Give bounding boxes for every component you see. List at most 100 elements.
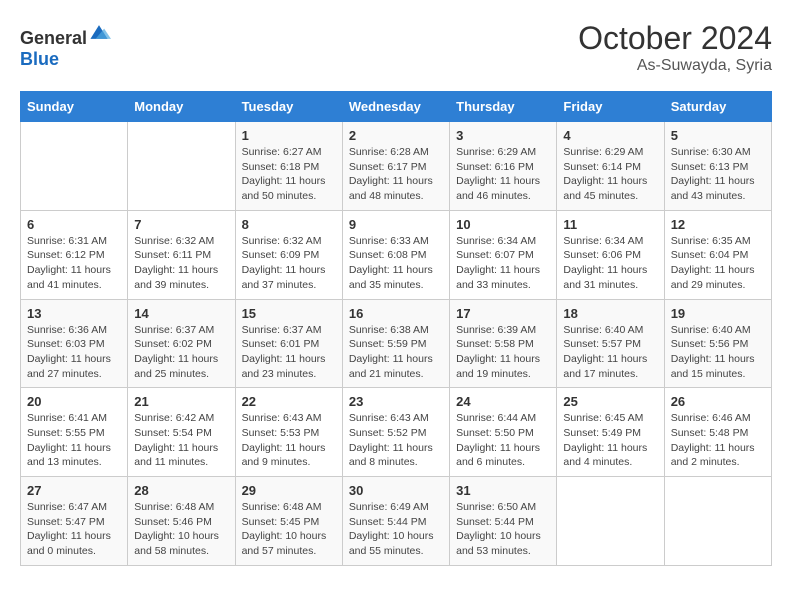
- day-info: Sunrise: 6:34 AM Sunset: 6:07 PM Dayligh…: [456, 234, 550, 293]
- day-info: Sunrise: 6:38 AM Sunset: 5:59 PM Dayligh…: [349, 323, 443, 382]
- day-info: Sunrise: 6:30 AM Sunset: 6:13 PM Dayligh…: [671, 145, 765, 204]
- calendar-cell: 17 Sunrise: 6:39 AM Sunset: 5:58 PM Dayli…: [450, 299, 557, 388]
- day-number: 1: [242, 128, 336, 143]
- day-number: 15: [242, 306, 336, 321]
- day-info: Sunrise: 6:34 AM Sunset: 6:06 PM Dayligh…: [563, 234, 657, 293]
- calendar-cell: 11 Sunrise: 6:34 AM Sunset: 6:06 PM Dayli…: [557, 210, 664, 299]
- calendar-cell: [128, 122, 235, 211]
- day-number: 4: [563, 128, 657, 143]
- day-number: 19: [671, 306, 765, 321]
- calendar-cell: 24 Sunrise: 6:44 AM Sunset: 5:50 PM Dayli…: [450, 388, 557, 477]
- day-number: 26: [671, 394, 765, 409]
- day-info: Sunrise: 6:40 AM Sunset: 5:57 PM Dayligh…: [563, 323, 657, 382]
- day-info: Sunrise: 6:39 AM Sunset: 5:58 PM Dayligh…: [456, 323, 550, 382]
- day-info: Sunrise: 6:40 AM Sunset: 5:56 PM Dayligh…: [671, 323, 765, 382]
- day-number: 8: [242, 217, 336, 232]
- calendar-cell: 28Sunrise: 6:48 AM Sunset: 5:46 PM Dayli…: [128, 477, 235, 566]
- day-header-thursday: Thursday: [450, 92, 557, 122]
- calendar-cell: 16 Sunrise: 6:38 AM Sunset: 5:59 PM Dayli…: [342, 299, 449, 388]
- calendar-cell: 30 Sunrise: 6:49 AM Sunset: 5:44 PM Dayli…: [342, 477, 449, 566]
- calendar-cell: 21 Sunrise: 6:42 AM Sunset: 5:54 PM Dayli…: [128, 388, 235, 477]
- day-number: 16: [349, 306, 443, 321]
- day-number: 11: [563, 217, 657, 232]
- day-number: 23: [349, 394, 443, 409]
- day-number: 30: [349, 483, 443, 498]
- day-header-saturday: Saturday: [664, 92, 771, 122]
- day-info: Sunrise: 6:41 AM Sunset: 5:55 PM Dayligh…: [27, 411, 121, 470]
- day-header-friday: Friday: [557, 92, 664, 122]
- day-number: 13: [27, 306, 121, 321]
- day-number: 22: [242, 394, 336, 409]
- calendar-cell: 20 Sunrise: 6:41 AM Sunset: 5:55 PM Dayli…: [21, 388, 128, 477]
- calendar-cell: 23Sunrise: 6:43 AM Sunset: 5:52 PM Dayli…: [342, 388, 449, 477]
- calendar-cell: 26Sunrise: 6:46 AM Sunset: 5:48 PM Dayli…: [664, 388, 771, 477]
- day-info: Sunrise: 6:45 AM Sunset: 5:49 PM Dayligh…: [563, 411, 657, 470]
- day-number: 21: [134, 394, 228, 409]
- calendar-cell: [21, 122, 128, 211]
- calendar-cell: 9 Sunrise: 6:33 AM Sunset: 6:08 PM Daylig…: [342, 210, 449, 299]
- day-info: Sunrise: 6:36 AM Sunset: 6:03 PM Dayligh…: [27, 323, 121, 382]
- day-info: Sunrise: 6:44 AM Sunset: 5:50 PM Dayligh…: [456, 411, 550, 470]
- day-info: Sunrise: 6:43 AM Sunset: 5:53 PM Dayligh…: [242, 411, 336, 470]
- day-info: Sunrise: 6:29 AM Sunset: 6:16 PM Dayligh…: [456, 145, 550, 204]
- calendar-table: SundayMondayTuesdayWednesdayThursdayFrid…: [20, 91, 772, 566]
- day-info: Sunrise: 6:50 AM Sunset: 5:44 PM Dayligh…: [456, 500, 550, 559]
- week-row: 1 Sunrise: 6:27 AM Sunset: 6:18 PM Daylig…: [21, 122, 772, 211]
- calendar-cell: 4Sunrise: 6:29 AM Sunset: 6:14 PM Daylig…: [557, 122, 664, 211]
- calendar-cell: 14Sunrise: 6:37 AM Sunset: 6:02 PM Dayli…: [128, 299, 235, 388]
- day-info: Sunrise: 6:28 AM Sunset: 6:17 PM Dayligh…: [349, 145, 443, 204]
- day-header-sunday: Sunday: [21, 92, 128, 122]
- calendar-cell: 1 Sunrise: 6:27 AM Sunset: 6:18 PM Daylig…: [235, 122, 342, 211]
- day-header-tuesday: Tuesday: [235, 92, 342, 122]
- calendar-cell: 3 Sunrise: 6:29 AM Sunset: 6:16 PM Daylig…: [450, 122, 557, 211]
- header-row: SundayMondayTuesdayWednesdayThursdayFrid…: [21, 92, 772, 122]
- calendar-cell: 5 Sunrise: 6:30 AM Sunset: 6:13 PM Daylig…: [664, 122, 771, 211]
- logo-general: General: [20, 28, 87, 48]
- calendar-cell: 7Sunrise: 6:32 AM Sunset: 6:11 PM Daylig…: [128, 210, 235, 299]
- day-info: Sunrise: 6:27 AM Sunset: 6:18 PM Dayligh…: [242, 145, 336, 204]
- week-row: 27 Sunrise: 6:47 AM Sunset: 5:47 PM Dayli…: [21, 477, 772, 566]
- day-number: 31: [456, 483, 550, 498]
- day-number: 24: [456, 394, 550, 409]
- calendar-cell: 13 Sunrise: 6:36 AM Sunset: 6:03 PM Dayli…: [21, 299, 128, 388]
- day-info: Sunrise: 6:42 AM Sunset: 5:54 PM Dayligh…: [134, 411, 228, 470]
- day-number: 5: [671, 128, 765, 143]
- day-info: Sunrise: 6:33 AM Sunset: 6:08 PM Dayligh…: [349, 234, 443, 293]
- day-number: 17: [456, 306, 550, 321]
- day-number: 6: [27, 217, 121, 232]
- day-info: Sunrise: 6:37 AM Sunset: 6:02 PM Dayligh…: [134, 323, 228, 382]
- day-info: Sunrise: 6:32 AM Sunset: 6:09 PM Dayligh…: [242, 234, 336, 293]
- calendar-cell: 12Sunrise: 6:35 AM Sunset: 6:04 PM Dayli…: [664, 210, 771, 299]
- calendar-cell: 18 Sunrise: 6:40 AM Sunset: 5:57 PM Dayli…: [557, 299, 664, 388]
- day-info: Sunrise: 6:49 AM Sunset: 5:44 PM Dayligh…: [349, 500, 443, 559]
- day-number: 18: [563, 306, 657, 321]
- day-number: 28: [134, 483, 228, 498]
- day-number: 3: [456, 128, 550, 143]
- calendar-cell: 6 Sunrise: 6:31 AM Sunset: 6:12 PM Daylig…: [21, 210, 128, 299]
- day-number: 7: [134, 217, 228, 232]
- logo: General Blue: [20, 20, 111, 70]
- week-row: 13 Sunrise: 6:36 AM Sunset: 6:03 PM Dayli…: [21, 299, 772, 388]
- day-info: Sunrise: 6:47 AM Sunset: 5:47 PM Dayligh…: [27, 500, 121, 559]
- day-number: 20: [27, 394, 121, 409]
- day-header-monday: Monday: [128, 92, 235, 122]
- calendar-cell: 31 Sunrise: 6:50 AM Sunset: 5:44 PM Dayli…: [450, 477, 557, 566]
- day-number: 27: [27, 483, 121, 498]
- day-info: Sunrise: 6:31 AM Sunset: 6:12 PM Dayligh…: [27, 234, 121, 293]
- location-title: As-Suwayda, Syria: [578, 57, 772, 75]
- calendar-cell: 29 Sunrise: 6:48 AM Sunset: 5:45 PM Dayli…: [235, 477, 342, 566]
- week-row: 20 Sunrise: 6:41 AM Sunset: 5:55 PM Dayli…: [21, 388, 772, 477]
- day-number: 2: [349, 128, 443, 143]
- day-number: 9: [349, 217, 443, 232]
- week-row: 6 Sunrise: 6:31 AM Sunset: 6:12 PM Daylig…: [21, 210, 772, 299]
- calendar-cell: 27 Sunrise: 6:47 AM Sunset: 5:47 PM Dayli…: [21, 477, 128, 566]
- calendar-cell: 8 Sunrise: 6:32 AM Sunset: 6:09 PM Daylig…: [235, 210, 342, 299]
- day-info: Sunrise: 6:48 AM Sunset: 5:45 PM Dayligh…: [242, 500, 336, 559]
- calendar-cell: 25 Sunrise: 6:45 AM Sunset: 5:49 PM Dayli…: [557, 388, 664, 477]
- calendar-cell: 22 Sunrise: 6:43 AM Sunset: 5:53 PM Dayli…: [235, 388, 342, 477]
- logo-blue: Blue: [20, 49, 59, 69]
- day-number: 25: [563, 394, 657, 409]
- day-number: 12: [671, 217, 765, 232]
- day-number: 29: [242, 483, 336, 498]
- calendar-cell: 10Sunrise: 6:34 AM Sunset: 6:07 PM Dayli…: [450, 210, 557, 299]
